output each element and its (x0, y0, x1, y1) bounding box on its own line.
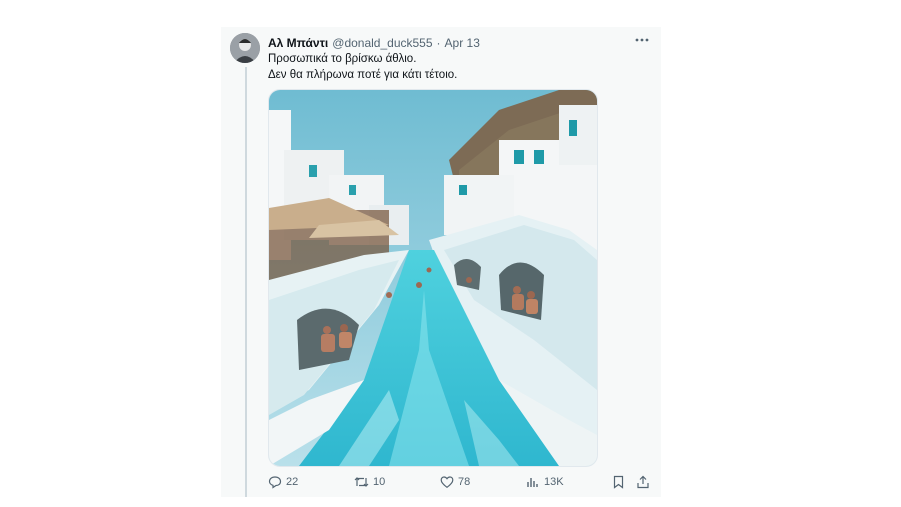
reply-button[interactable]: 22 (268, 471, 298, 493)
separator-dot: · (436, 36, 441, 50)
like-icon (440, 476, 454, 489)
avatar-photo (230, 33, 260, 63)
tweet-text: Προσωπικά το βρίσκω άθλιο. Δεν θα πλήρων… (268, 51, 457, 83)
repost-count: 10 (373, 476, 386, 488)
tweet-actions: 22 10 78 13K (268, 471, 653, 493)
more-horizontal-icon[interactable] (635, 33, 649, 50)
repost-button[interactable]: 10 (354, 471, 385, 493)
reply-count: 22 (286, 476, 299, 488)
tweet-date[interactable]: Apr 13 (445, 36, 480, 50)
share-icon (637, 475, 649, 489)
author-name[interactable]: Αλ Μπάντι (268, 36, 328, 50)
views-count: 13K (544, 476, 564, 488)
share-button[interactable] (636, 471, 650, 493)
reply-icon (268, 476, 282, 489)
repost-icon (354, 477, 369, 487)
thread-line (245, 67, 247, 497)
views-icon (527, 478, 538, 487)
tweet-header: Αλ Μπάντι @donald_duck555 · Apr 13 (268, 35, 649, 51)
lazy-river-image (269, 90, 597, 466)
avatar[interactable] (230, 33, 260, 63)
like-button[interactable]: 78 (440, 471, 470, 493)
tweet-text-line: Προσωπικά το βρίσκω άθλιο. (268, 53, 417, 65)
bookmark-button[interactable] (612, 471, 625, 493)
tweet-text-line: Δεν θα πλήρωνα ποτέ για κάτι τέτοιο. (268, 69, 458, 81)
like-count: 78 (458, 476, 471, 488)
bookmark-icon (613, 475, 624, 489)
tweet-image[interactable] (268, 89, 598, 467)
author-handle[interactable]: @donald_duck555 (332, 36, 432, 50)
views-button[interactable]: 13K (526, 471, 564, 493)
tweet-card[interactable]: Αλ Μπάντι @donald_duck555 · Apr 13 Προσω… (221, 27, 661, 497)
